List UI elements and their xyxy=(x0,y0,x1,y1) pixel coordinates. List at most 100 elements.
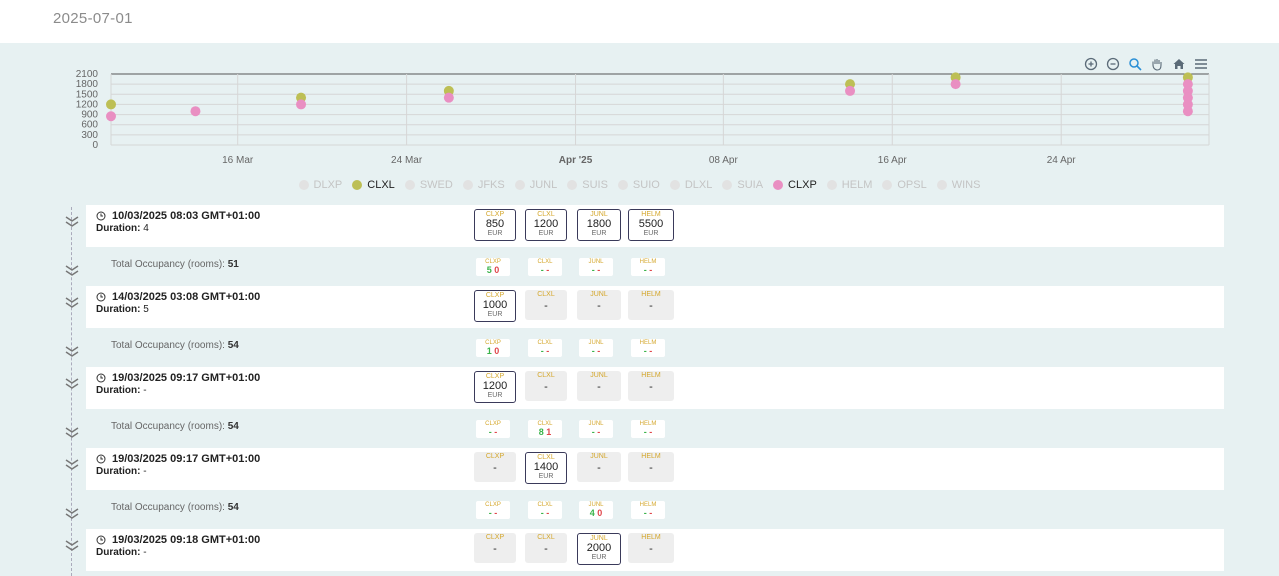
occupancy-box-clxp: CLXP 1 0 xyxy=(476,339,510,357)
price-box-helm[interactable]: HELM - xyxy=(628,452,674,482)
zoom-out-icon[interactable] xyxy=(1105,56,1121,72)
price-currency: EUR xyxy=(487,392,503,399)
price-box-clxl[interactable]: CLXL - xyxy=(525,290,567,320)
occupancy-count-a: 5 xyxy=(486,265,492,275)
price-box-junl[interactable]: JUNL - xyxy=(577,290,621,320)
price-box-junl[interactable]: JUNL - xyxy=(577,371,621,401)
price-box-clxl[interactable]: CLXL - xyxy=(525,371,567,401)
price-box-clxp[interactable]: CLXP 850 EUR xyxy=(474,209,516,241)
occupancy-counts: - - xyxy=(631,347,665,356)
data-point-clxp xyxy=(845,85,856,96)
price-value: - xyxy=(649,381,653,393)
x-tick-label: Apr '25 xyxy=(559,155,593,166)
occupancy-box-clxl: CLXL - - xyxy=(528,339,562,357)
legend-label: SUIO xyxy=(632,179,660,191)
legend-label: CLXL xyxy=(367,179,395,191)
price-value: - xyxy=(649,543,653,555)
expand-chevron-icon[interactable] xyxy=(64,377,80,391)
expand-chevron-icon[interactable] xyxy=(64,426,80,440)
legend-item-junl[interactable]: JUNL xyxy=(514,179,557,191)
legend-item-suio[interactable]: SUIO xyxy=(617,179,660,191)
price-box-helm[interactable]: HELM - xyxy=(628,371,674,401)
legend-item-dlxl[interactable]: DLXL xyxy=(669,179,712,191)
occupancy-value: 54 xyxy=(227,421,239,432)
zoom-in-icon[interactable] xyxy=(1083,56,1099,72)
price-code: HELM xyxy=(641,453,661,460)
legend-item-dlxp[interactable]: DLXP xyxy=(298,179,343,191)
zoom-select-icon[interactable] xyxy=(1127,56,1143,72)
price-box-junl[interactable]: JUNL - xyxy=(577,452,621,482)
reset-home-icon[interactable] xyxy=(1171,56,1187,72)
legend-marker xyxy=(567,180,578,190)
price-value: - xyxy=(493,543,497,555)
expand-chevron-icon[interactable] xyxy=(64,507,80,521)
occupancy-count-b: - xyxy=(546,508,550,518)
legend-marker xyxy=(773,180,784,190)
data-point-clxp xyxy=(443,92,454,103)
price-value: 1800 xyxy=(586,218,612,230)
legend-marker xyxy=(936,180,947,190)
occupancy-counts: 1 0 xyxy=(476,347,510,356)
expand-chevron-icon[interactable] xyxy=(64,458,80,472)
legend-item-opsl[interactable]: OPSL xyxy=(882,179,927,191)
y-tick-label: 0 xyxy=(92,140,98,151)
legend-item-clxl[interactable]: CLXL xyxy=(352,179,395,191)
menu-icon[interactable] xyxy=(1193,56,1209,72)
price-code: CLXP xyxy=(485,453,505,460)
occupancy-box-clxl: CLXL - - xyxy=(528,258,562,276)
occupancy-value: 54 xyxy=(227,502,239,513)
price-box-clxl[interactable]: CLXL 1400 EUR xyxy=(525,452,567,484)
price-box-junl[interactable]: JUNL 2000 EUR xyxy=(577,533,621,565)
expand-chevron-icon[interactable] xyxy=(64,215,80,229)
legend-item-helm[interactable]: HELM xyxy=(826,179,872,191)
legend-item-suia[interactable]: SUIA xyxy=(722,179,763,191)
price-code: JUNL xyxy=(590,211,608,218)
price-box-helm[interactable]: HELM 5500 EUR xyxy=(628,209,674,241)
price-box-clxp[interactable]: CLXP 1000 EUR xyxy=(474,290,516,322)
occupancy-counts: - - xyxy=(528,347,562,356)
occupancy-box-junl: JUNL - - xyxy=(579,420,613,438)
legend-item-wins[interactable]: WINS xyxy=(936,179,980,191)
price-code: HELM xyxy=(641,211,661,218)
legend-item-jfks[interactable]: JFKS xyxy=(462,179,505,191)
legend-item-clxp[interactable]: CLXP xyxy=(773,179,817,191)
expand-chevron-icon[interactable] xyxy=(64,539,80,553)
occupancy-box-clxp: CLXP - - xyxy=(476,501,510,519)
legend-item-suis[interactable]: SUIS xyxy=(567,179,608,191)
legend-marker xyxy=(404,180,415,190)
legend-item-swed[interactable]: SWED xyxy=(404,179,453,191)
price-value: 1200 xyxy=(533,218,559,230)
price-box-junl[interactable]: JUNL 1800 EUR xyxy=(577,209,621,241)
y-tick-label: 900 xyxy=(81,110,98,121)
price-box-clxp[interactable]: CLXP - xyxy=(474,533,516,563)
price-value: 1000 xyxy=(482,299,508,311)
occupancy-box-clxp: CLXP - - xyxy=(476,420,510,438)
occupancy-counts: - - xyxy=(579,347,613,356)
price-box-clxp[interactable]: CLXP 1200 EUR xyxy=(474,371,516,403)
price-box-clxl[interactable]: CLXL - xyxy=(525,533,567,563)
legend-marker xyxy=(462,180,473,190)
legend-label: DLXP xyxy=(313,179,343,191)
occupancy-count-b: - xyxy=(597,265,601,275)
price-box-helm[interactable]: HELM - xyxy=(628,290,674,320)
price-box-clxl[interactable]: CLXL 1200 EUR xyxy=(525,209,567,241)
occupancy-label: Total Occupancy (rooms): xyxy=(111,502,225,513)
chart-toolbar xyxy=(1083,56,1209,72)
price-box-helm[interactable]: HELM - xyxy=(628,533,674,563)
occupancy-count-a: - xyxy=(643,346,647,356)
duration-label: Duration: xyxy=(96,223,141,234)
occupancy-count-a: - xyxy=(643,427,647,437)
price-code: CLXP xyxy=(485,292,505,299)
price-value: - xyxy=(597,462,601,474)
event-datetime-text: 19/03/2025 09:17 GMT+01:00 xyxy=(112,372,261,384)
expand-chevron-icon[interactable] xyxy=(64,264,80,278)
occupancy-count-a: 8 xyxy=(538,427,544,437)
expand-chevron-icon[interactable] xyxy=(64,345,80,359)
occupancy-box-helm: HELM - - xyxy=(631,420,665,438)
price-box-clxp[interactable]: CLXP - xyxy=(474,452,516,482)
occupancy-count-a: - xyxy=(643,265,647,275)
legend-label: CLXP xyxy=(788,179,817,191)
occupancy-count-a: - xyxy=(488,427,492,437)
expand-chevron-icon[interactable] xyxy=(64,296,80,310)
pan-hand-icon[interactable] xyxy=(1149,56,1165,72)
